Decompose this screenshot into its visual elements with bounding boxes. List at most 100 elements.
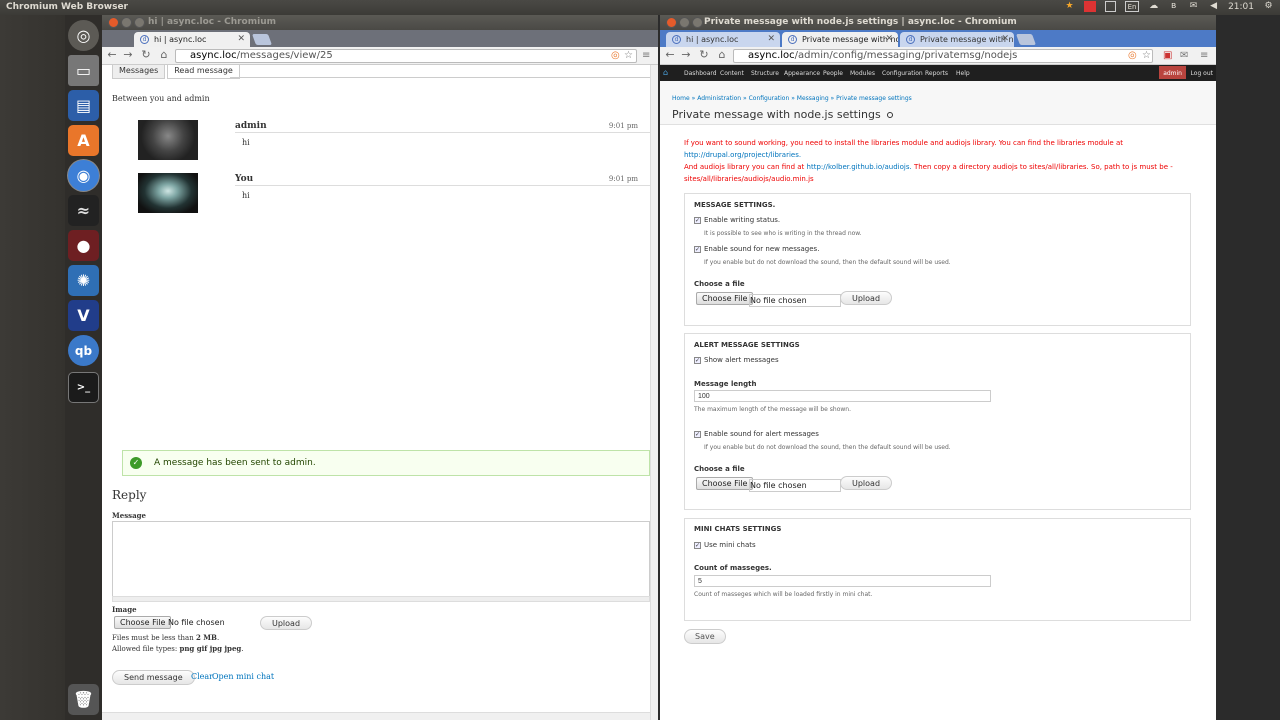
language-indicator[interactable]: En <box>1125 1 1140 12</box>
clock[interactable]: 21:01 <box>1228 2 1254 12</box>
back-icon[interactable]: ← <box>105 48 119 61</box>
resize-grip[interactable] <box>112 596 650 602</box>
close-icon[interactable]: ✕ <box>1001 34 1009 44</box>
admin-link-configuration[interactable]: Configuration <box>882 70 923 77</box>
user-link[interactable]: admin <box>1159 66 1186 79</box>
browser-icon[interactable]: ≈ <box>68 195 99 226</box>
admin-link-content[interactable]: Content <box>720 70 744 77</box>
checkbox-checked-icon[interactable]: ✓ <box>694 541 701 549</box>
address-bar[interactable]: async.loc/messages/view/25 <box>175 49 637 63</box>
address-bar[interactable]: async.loc/admin/config/messaging/private… <box>733 49 1153 63</box>
admin-link-appearance[interactable]: Appearance <box>784 70 820 77</box>
upload-button[interactable]: Upload <box>840 291 893 305</box>
message-textarea[interactable] <box>112 521 650 597</box>
save-button[interactable]: Save <box>684 629 726 644</box>
dash-icon[interactable]: ◎ <box>68 20 99 51</box>
qbittorrent-icon[interactable]: qb <box>68 335 99 366</box>
tab-hi[interactable]: d hi | async.loc ✕ <box>134 32 250 47</box>
software-center-icon[interactable]: A <box>68 125 99 156</box>
admin-link-structure[interactable]: Structure <box>751 70 779 77</box>
app-v-icon[interactable]: V <box>68 300 99 331</box>
choose-file-button[interactable]: Choose File <box>114 616 172 629</box>
admin-link-reports[interactable]: Reports <box>925 70 948 77</box>
files-icon[interactable]: ▭ <box>68 55 99 86</box>
upload-button[interactable]: Upload <box>840 476 893 490</box>
terminal-icon[interactable]: >_ <box>68 372 99 403</box>
message-author[interactable]: admin <box>235 121 267 131</box>
checkbox-checked-icon[interactable]: ✓ <box>694 216 701 224</box>
choose-file-button[interactable]: Choose File <box>696 292 754 305</box>
admin-link-people[interactable]: People <box>823 70 843 77</box>
close-icon[interactable]: ✕ <box>885 34 893 44</box>
home-icon[interactable]: ⌂ <box>157 48 171 61</box>
menu-icon[interactable]: ≡ <box>1200 50 1208 61</box>
close-icon[interactable]: ✕ <box>237 34 245 44</box>
checkbox-checked-icon[interactable]: ✓ <box>694 356 701 364</box>
extension-icon[interactable]: ◎ <box>1128 50 1137 61</box>
checkbox-checked-icon[interactable]: ✓ <box>694 430 701 438</box>
writer-icon[interactable]: ▤ <box>68 90 99 121</box>
chromium-icon[interactable]: ◉ <box>68 160 99 191</box>
app-red-icon[interactable]: ● <box>68 230 99 261</box>
libraries-link[interactable]: http://drupal.org/project/libraries. <box>684 151 801 159</box>
audiojs-link[interactable]: http://kolber.github.io/audiojs. <box>807 163 912 171</box>
close-icon[interactable]: ✕ <box>767 34 775 44</box>
forward-icon[interactable]: → <box>679 48 693 61</box>
record-icon[interactable] <box>1084 1 1097 12</box>
mail-icon[interactable]: ✉ <box>1188 1 1199 12</box>
extension-icon[interactable]: ◎ <box>611 50 620 61</box>
show-alert-checkbox[interactable]: ✓ Show alert messages <box>694 356 779 364</box>
shortcut-icon[interactable] <box>886 112 893 118</box>
reload-icon[interactable]: ↻ <box>139 48 153 61</box>
app-swirl-icon[interactable]: ✺ <box>68 265 99 296</box>
close-window-button[interactable] <box>666 17 677 28</box>
trash-icon[interactable]: 🗑 <box>68 684 99 715</box>
send-message-button[interactable]: Send message <box>112 670 195 685</box>
horizontal-scrollbar[interactable] <box>102 712 650 720</box>
enable-sound-checkbox[interactable]: ✓ Enable sound for new messages. <box>694 245 819 253</box>
back-icon[interactable]: ← <box>663 48 677 61</box>
mail-icon[interactable]: ✉ <box>1180 50 1188 61</box>
enable-writing-status-checkbox[interactable]: ✓ Enable writing status. <box>694 216 780 224</box>
message-author[interactable]: You <box>235 174 253 184</box>
gear-icon[interactable]: ⚙ <box>1263 1 1274 12</box>
upload-button[interactable]: Upload <box>260 616 313 630</box>
window-icon[interactable] <box>1105 1 1117 12</box>
admin-link-dashboard[interactable]: Dashboard <box>684 70 717 77</box>
reload-icon[interactable]: ↻ <box>697 48 711 61</box>
cloud-icon[interactable]: ☁ <box>1148 1 1159 12</box>
breadcrumb[interactable]: Home » Administration » Configuration » … <box>672 95 912 102</box>
bluetooth-icon[interactable]: ʙ <box>1168 1 1179 12</box>
open-mini-chat-link[interactable]: Open mini chat <box>212 672 274 681</box>
choose-file-button[interactable]: Choose File <box>696 477 754 490</box>
checkbox-checked-icon[interactable]: ✓ <box>694 245 701 253</box>
tab-messages[interactable]: Messages <box>112 65 166 79</box>
close-window-button[interactable] <box>108 17 119 28</box>
tab-hi[interactable]: d hi | async.loc ✕ <box>666 32 780 47</box>
home-icon[interactable]: ⌂ <box>715 48 729 61</box>
tab-settings-active[interactable]: d Private message with nod ✕ <box>782 32 898 47</box>
maximize-window-button[interactable] <box>692 17 703 28</box>
admin-link-modules[interactable]: Modules <box>850 70 875 77</box>
minimize-window-button[interactable] <box>121 17 132 28</box>
message-length-input[interactable] <box>694 390 991 402</box>
new-tab-button[interactable] <box>251 34 273 45</box>
clear-link[interactable]: Clear <box>191 672 213 681</box>
use-mini-chats-checkbox[interactable]: ✓ Use mini chats <box>694 541 756 549</box>
menu-icon[interactable]: ≡ <box>642 50 650 61</box>
alert-sound-checkbox[interactable]: ✓ Enable sound for alert messages <box>694 430 819 438</box>
home-icon[interactable]: ⌂ <box>663 68 674 78</box>
bookmark-star-icon[interactable]: ☆ <box>1142 50 1151 61</box>
bookmark-star-icon[interactable]: ☆ <box>624 50 633 61</box>
logout-link[interactable]: Log out <box>1191 70 1213 77</box>
notification-icon[interactable]: ▣ <box>1163 50 1172 61</box>
minimize-window-button[interactable] <box>679 17 690 28</box>
admin-link-help[interactable]: Help <box>956 70 970 77</box>
star-icon[interactable]: ★ <box>1064 1 1075 12</box>
vertical-scrollbar[interactable] <box>650 65 658 720</box>
forward-icon[interactable]: → <box>121 48 135 61</box>
tab-settings-2[interactable]: d Private message with no ✕ <box>900 32 1014 47</box>
count-input[interactable] <box>694 575 991 587</box>
volume-icon[interactable]: ◀ <box>1208 1 1219 12</box>
maximize-window-button[interactable] <box>134 17 145 28</box>
